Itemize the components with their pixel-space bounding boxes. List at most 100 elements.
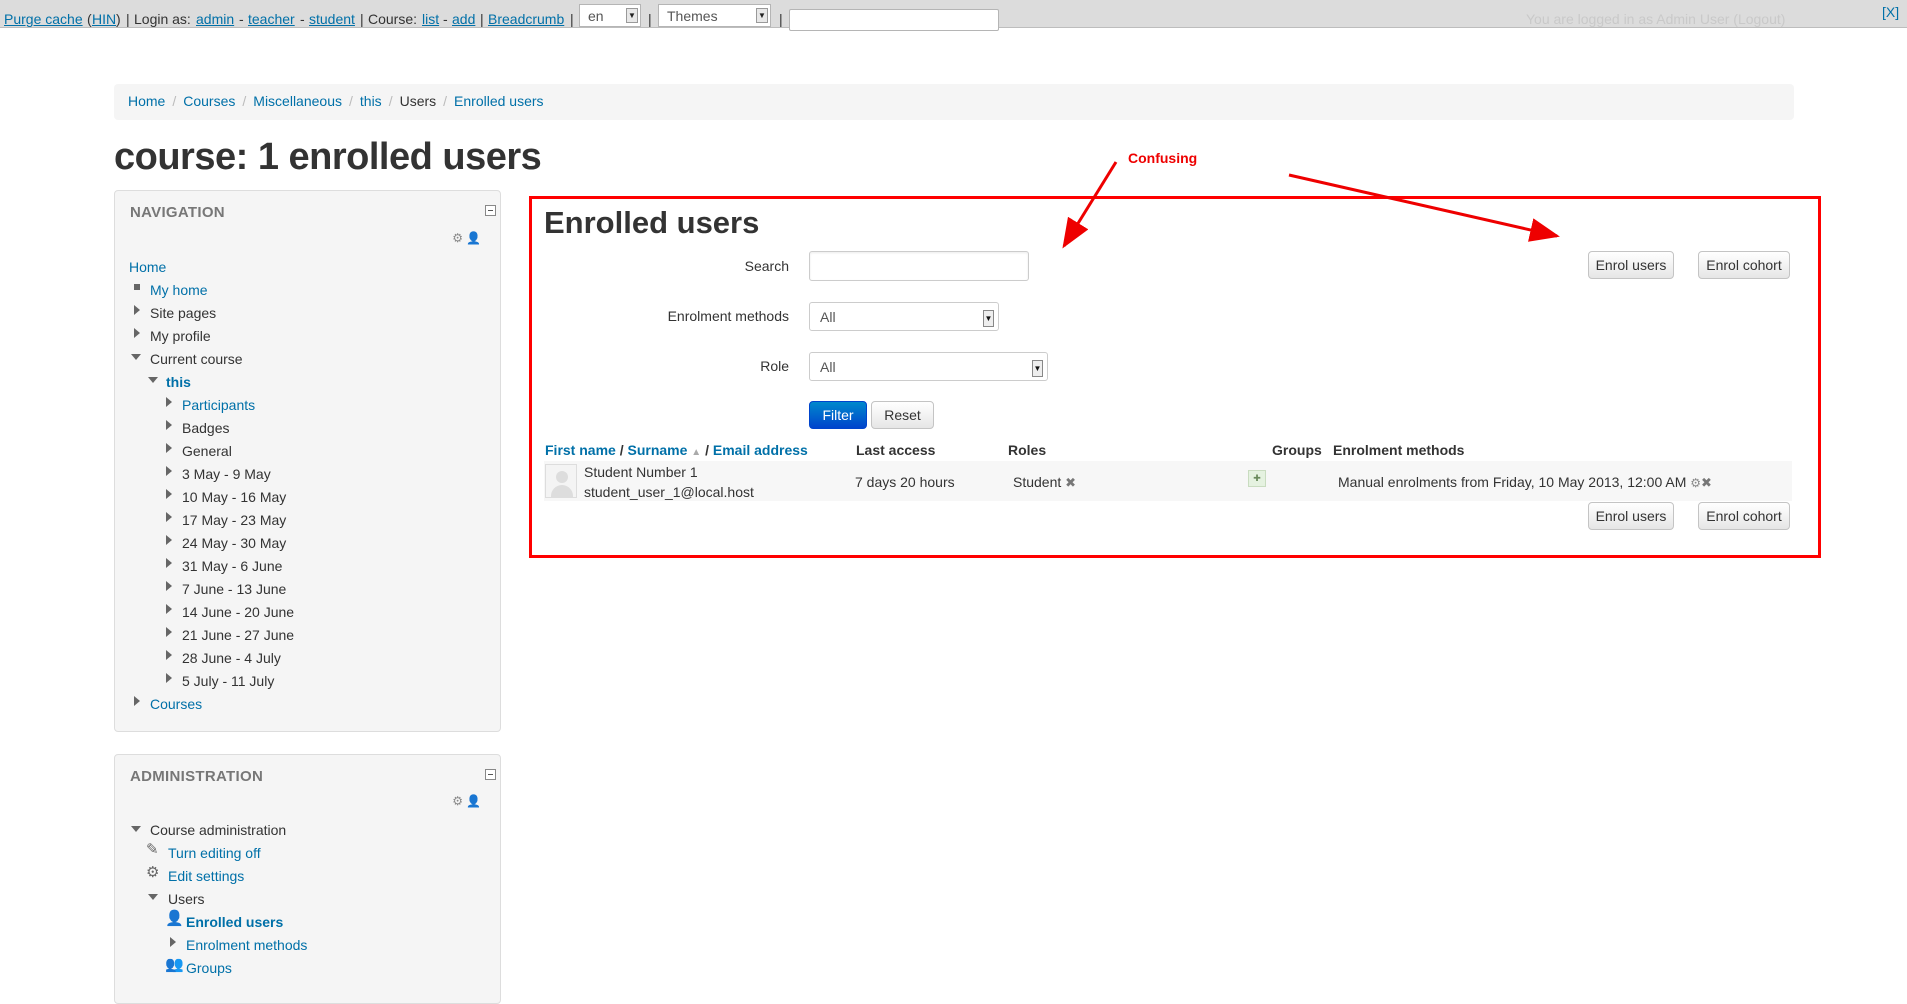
devbar-separator: | [480,11,484,27]
nav-general[interactable]: General [182,442,232,460]
nav-my-home[interactable]: My home [150,281,208,299]
language-select-value: en [588,8,604,24]
login-as-admin-link[interactable]: admin [196,11,234,27]
devbar-separator: | [779,11,783,27]
nav-site-pages[interactable]: Site pages [150,304,216,322]
login-as-student-link[interactable]: student [309,11,355,27]
admin-enrolment-methods[interactable]: Enrolment methods [186,936,307,954]
course-add-link[interactable]: add [452,11,475,27]
nav-week-item[interactable]: 14 June - 20 June [182,603,294,621]
breadcrumb-miscellaneous[interactable]: Miscellaneous [253,93,342,109]
expand-arrow-icon[interactable] [166,650,172,660]
sort-last-access-header[interactable]: Last access [856,442,935,458]
expand-arrow-icon[interactable] [166,512,172,522]
enrolment-methods-label: Enrolment methods [667,308,789,324]
nav-courses[interactable]: Courses [150,695,202,713]
enrolment-methods-select[interactable]: All ▼ [809,302,999,331]
expand-arrow-icon[interactable] [166,466,172,476]
expand-arrow-icon[interactable] [166,420,172,430]
expand-arrow-icon[interactable] [166,443,172,453]
expand-arrow-icon[interactable] [166,397,172,407]
login-as-teacher-link[interactable]: teacher [248,11,295,27]
remove-role-icon[interactable]: ✖ [1065,475,1076,490]
sort-first-name-link[interactable]: First name [545,442,616,458]
collapse-arrow-icon[interactable] [131,826,141,832]
breadcrumb-courses[interactable]: Courses [183,93,235,109]
expand-arrow-icon[interactable] [170,937,176,947]
add-user-icon[interactable]: 👤 [466,794,484,808]
devbar-dash: - [239,11,244,27]
expand-arrow-icon[interactable] [134,328,140,338]
nav-week-item[interactable]: 17 May - 23 May [182,511,286,529]
unenrol-icon[interactable]: ✖ [1701,475,1712,490]
nav-week-item[interactable]: 31 May - 6 June [182,557,282,575]
nav-week-item[interactable]: 10 May - 16 May [182,488,286,506]
breadcrumb-this[interactable]: this [360,93,382,109]
collapse-arrow-icon[interactable] [148,377,158,383]
expand-arrow-icon[interactable] [166,489,172,499]
nav-week-item[interactable]: 21 June - 27 June [182,626,294,644]
language-select[interactable]: en ▼ [579,4,641,27]
gear-icon[interactable]: ⚙ [452,231,466,245]
admin-users[interactable]: Users [168,890,205,908]
role-select-value: All [820,359,836,375]
search-input[interactable] [809,251,1029,281]
devbar-text-input[interactable] [789,9,999,31]
enrol-cohort-button-bottom[interactable]: Enrol cohort [1698,502,1790,530]
groups-header: Groups [1272,442,1322,458]
admin-turn-editing-off[interactable]: Turn editing off [168,844,261,862]
admin-course-administration[interactable]: Course administration [150,821,286,839]
expand-arrow-icon[interactable] [166,558,172,568]
minimize-block-icon[interactable] [485,769,496,780]
expand-arrow-icon[interactable] [166,627,172,637]
reset-button[interactable]: Reset [871,401,934,429]
expand-arrow-icon[interactable] [166,581,172,591]
expand-arrow-icon[interactable] [134,696,140,706]
enrol-users-button-bottom[interactable]: Enrol users [1588,502,1674,530]
enrol-users-button-top[interactable]: Enrol users [1588,251,1674,279]
breadcrumb-home[interactable]: Home [128,93,165,109]
nav-week-item[interactable]: 5 July - 11 July [182,672,274,690]
nav-this-course[interactable]: this [166,373,191,391]
nav-participants[interactable]: Participants [182,396,255,414]
expand-arrow-icon[interactable] [134,305,140,315]
nav-current-course[interactable]: Current course [150,350,243,368]
nav-week-item[interactable]: 24 May - 30 May [182,534,286,552]
breadcrumb-divider: / [443,93,448,109]
enrol-cohort-button-top[interactable]: Enrol cohort [1698,251,1790,279]
nav-week-item[interactable]: 3 May - 9 May [182,465,271,483]
course-label: Course: [368,11,418,27]
breadcrumb-tool-link[interactable]: Breadcrumb [488,11,564,27]
hin-link[interactable]: HIN [92,11,116,27]
minimize-block-icon[interactable] [485,205,496,216]
close-toolbar-link[interactable]: [X] [1882,4,1899,20]
role-select[interactable]: All ▼ [809,352,1048,381]
user-full-name[interactable]: Student Number 1 [584,464,698,480]
sort-surname-link[interactable]: Surname [627,442,687,458]
edit-enrolment-gear-icon[interactable]: ⚙ [1690,476,1701,490]
add-user-icon[interactable]: 👤 [466,231,484,245]
gear-icon: ⚙ [146,864,160,881]
gear-icon[interactable]: ⚙ [452,794,466,808]
collapse-arrow-icon[interactable] [131,354,141,360]
expand-arrow-icon[interactable] [166,535,172,545]
avatar[interactable] [545,464,577,498]
nav-week-item[interactable]: 28 June - 4 July [182,649,281,667]
expand-arrow-icon[interactable] [166,673,172,683]
expand-arrow-icon[interactable] [166,604,172,614]
nav-my-profile[interactable]: My profile [150,327,211,345]
admin-enrolled-users[interactable]: Enrolled users [186,913,283,931]
add-group-icon[interactable]: ✚ [1248,470,1266,487]
sort-email-link[interactable]: Email address [713,442,808,458]
themes-select[interactable]: Themes ▼ [658,4,771,27]
nav-week-item[interactable]: 7 June - 13 June [182,580,286,598]
admin-groups[interactable]: Groups [186,959,232,977]
collapse-arrow-icon[interactable] [148,894,158,900]
course-list-link[interactable]: list [422,11,439,27]
breadcrumb-enrolled-users[interactable]: Enrolled users [454,93,544,109]
admin-edit-settings[interactable]: Edit settings [168,867,244,885]
nav-badges[interactable]: Badges [182,419,229,437]
nav-home[interactable]: Home [129,258,166,276]
purge-cache-link[interactable]: Purge cache [4,11,83,27]
filter-button[interactable]: Filter [809,401,867,429]
